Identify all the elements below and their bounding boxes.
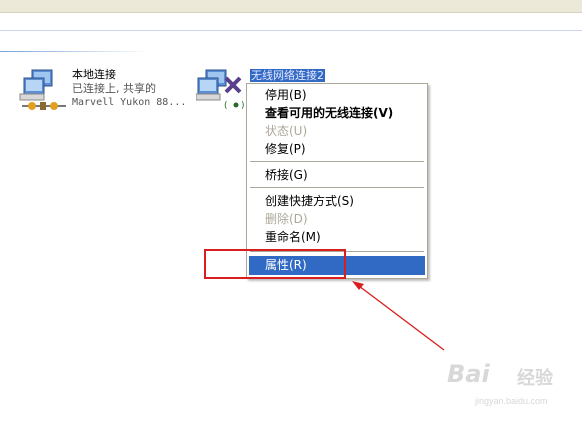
watermark-brand: Bai bbox=[447, 360, 490, 388]
watermark-brand-suffix: 经验 bbox=[517, 368, 553, 389]
watermark-url: jingyan.baidu.com bbox=[475, 396, 548, 406]
baidu-watermark: Bai 经验 jingyan.baidu.com bbox=[445, 360, 575, 412]
annotation-arrow-icon bbox=[352, 281, 445, 351]
